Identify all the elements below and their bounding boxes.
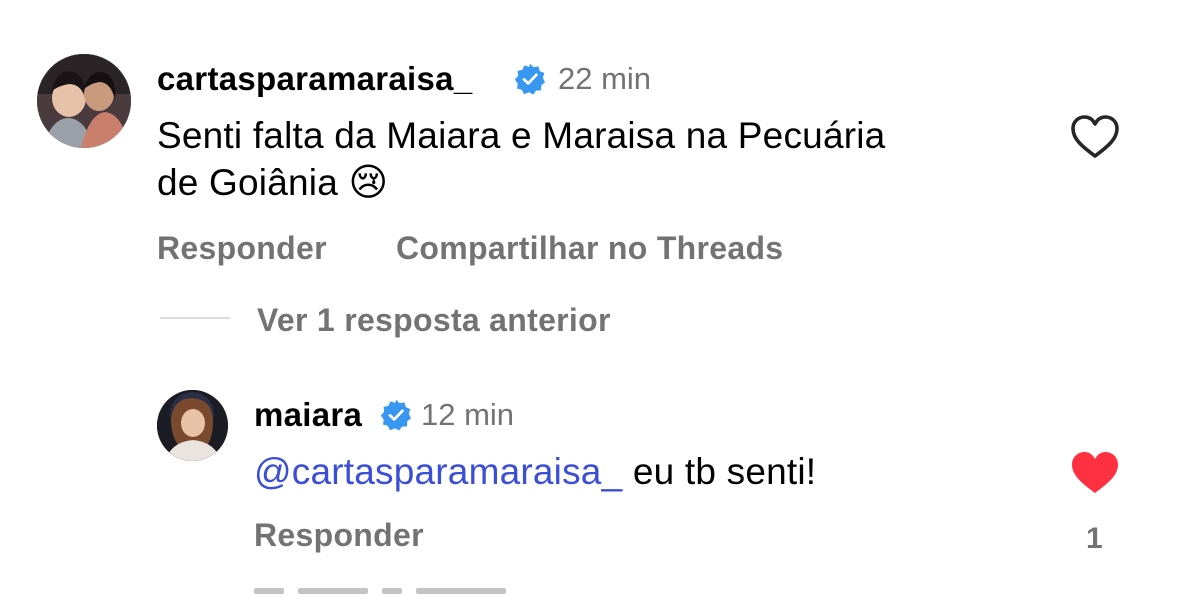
view-previous-replies-button[interactable]: Ver 1 resposta anterior <box>257 302 611 339</box>
reply-timestamp: 12 min <box>421 397 515 432</box>
reply-message: eu tb senti! <box>632 451 817 492</box>
avatar-image <box>37 54 131 148</box>
like-count: 1 <box>1086 522 1103 555</box>
avatar[interactable] <box>157 390 228 461</box>
comments-screen: cartasparamaraisa_ 22 min Senti falta da… <box>0 0 1179 597</box>
verified-badge-icon <box>514 63 546 95</box>
thread-divider <box>160 317 230 319</box>
reply-text: @cartasparamaraisa_ eu tb senti! <box>254 448 1054 495</box>
comment-text: Senti falta da Maiara e Maraisa na Pecuá… <box>157 112 1037 206</box>
comment-text-line: de Goiânia 😢 <box>157 160 389 204</box>
next-item-cutoff <box>254 588 584 597</box>
reply-button[interactable]: Responder <box>157 230 327 267</box>
crying-face-emoji: 😢 <box>348 160 389 204</box>
user-mention-link[interactable]: @cartasparamaraisa_ <box>254 451 622 492</box>
comment-timestamp: 22 min <box>558 61 652 96</box>
heart-outline-icon[interactable] <box>1070 114 1120 160</box>
comment-text-line: Senti falta da Maiara e Maraisa na Pecuá… <box>157 115 886 156</box>
avatar[interactable] <box>37 54 131 148</box>
avatar-image <box>157 390 228 461</box>
reply-username[interactable]: maiara <box>254 396 362 434</box>
verified-badge-icon <box>380 399 412 431</box>
heart-filled-icon[interactable] <box>1070 450 1120 496</box>
reply-button[interactable]: Responder <box>254 517 424 554</box>
comment-username[interactable]: cartasparamaraisa_ <box>157 60 472 98</box>
share-threads-button[interactable]: Compartilhar no Threads <box>396 230 783 267</box>
